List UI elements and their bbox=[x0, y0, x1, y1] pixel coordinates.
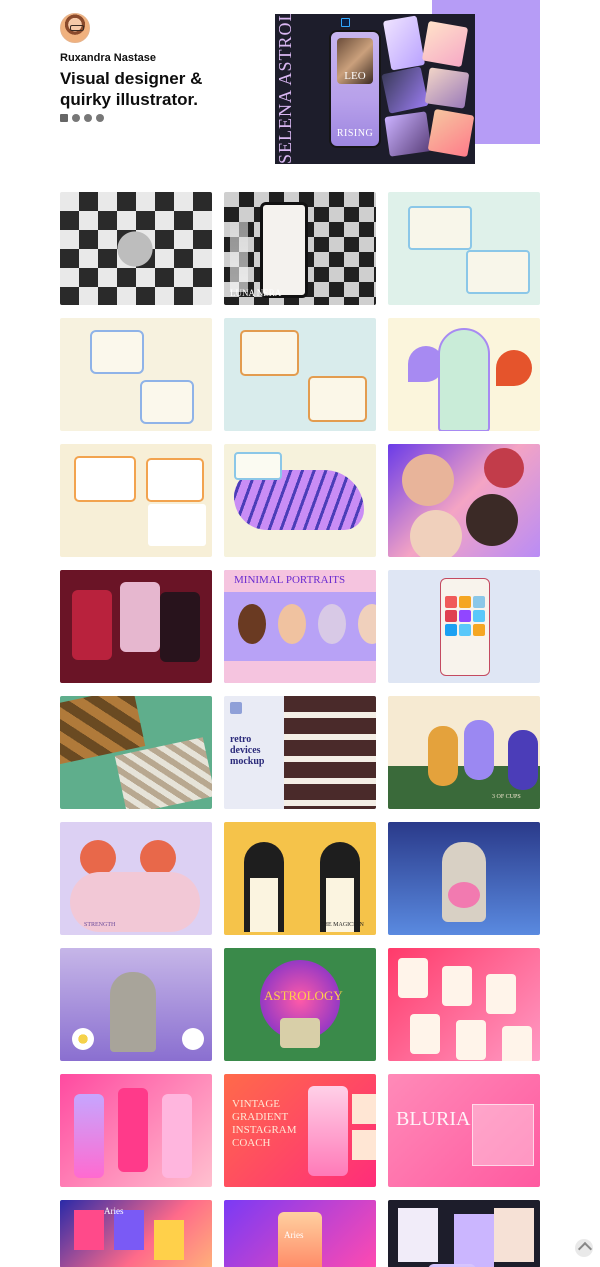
social-links bbox=[60, 114, 104, 122]
aries-posts-tile[interactable]: Aries bbox=[60, 1200, 212, 1267]
tile-label: STRENGTH bbox=[84, 922, 116, 928]
hero-phone-mockup: LEO RISING bbox=[329, 30, 381, 148]
dancers-illustration-tile[interactable]: 3 OF CUPS bbox=[388, 696, 540, 809]
instagram-icon[interactable] bbox=[96, 114, 104, 122]
magician-tarot-tile[interactable]: THE MAGICIAN bbox=[224, 822, 376, 935]
gradient-phones-tile[interactable] bbox=[60, 1074, 212, 1187]
retro-devices-mockup-tile[interactable]: retro devices mockup bbox=[224, 696, 376, 809]
tile-label: retro devices mockup bbox=[230, 734, 265, 767]
flower-house-illustration-tile[interactable] bbox=[388, 318, 540, 431]
tile-label: VINTAGE GRADIENT INSTAGRAM COACH bbox=[232, 1098, 297, 1149]
tagline-line-1: Visual designer & bbox=[60, 69, 203, 88]
profile-header: Ruxandra Nastase Visual designer & quirk… bbox=[0, 0, 600, 180]
tile-label: 3 OF CUPS bbox=[492, 794, 521, 800]
tile-label: ASTROLOGY bbox=[264, 988, 343, 1003]
hero-sign-label: LEO bbox=[344, 70, 366, 82]
warm-food-posts-tile[interactable] bbox=[60, 444, 212, 557]
hero-card bbox=[424, 67, 470, 109]
hero-card bbox=[381, 66, 429, 114]
tile-label: THE MAGICIAN bbox=[320, 922, 364, 928]
bluria-tile[interactable]: BLURIA bbox=[388, 1074, 540, 1187]
hero-card bbox=[384, 111, 432, 157]
app-icons-grid-tile[interactable] bbox=[388, 570, 540, 683]
hero-card bbox=[421, 20, 469, 68]
tile-label: MINIMAL PORTRAITS bbox=[234, 574, 346, 586]
hero-rising-label: RISING bbox=[336, 128, 374, 139]
luna-nera-social-pack-tile[interactable]: LUNA NERA bbox=[224, 192, 376, 305]
photoshop-badge-icon bbox=[341, 18, 350, 27]
statue-collage-tile[interactable] bbox=[388, 822, 540, 935]
astrology-collage-tile[interactable]: ASTROLOGY bbox=[224, 948, 376, 1061]
photo-feed-mockup-tile[interactable] bbox=[60, 696, 212, 809]
vintage-gradient-instagram-tile[interactable]: VINTAGE GRADIENT INSTAGRAM COACH bbox=[224, 1074, 376, 1187]
seafoam-posts-tile[interactable] bbox=[388, 192, 540, 305]
tiger-posts-tile[interactable] bbox=[224, 444, 376, 557]
minimal-portraits-tile[interactable]: MINIMAL PORTRAITS bbox=[224, 570, 376, 683]
tagline-line-2: quirky illustrator. bbox=[60, 90, 198, 109]
tile-label: Aries bbox=[104, 1206, 124, 1216]
cream-bubble-posts-tile[interactable] bbox=[60, 318, 212, 431]
dribbble-icon[interactable] bbox=[72, 114, 80, 122]
tagline: Visual designer & quirky illustrator. bbox=[60, 68, 260, 110]
mint-tips-posts-tile[interactable] bbox=[224, 318, 376, 431]
tile-label: LUNA NERA bbox=[230, 288, 282, 298]
hero-feature-image[interactable]: SELENA ASTROLOGY INSTAGRAM LEO RISING bbox=[275, 14, 475, 164]
designer-name: Ruxandra Nastase bbox=[60, 52, 156, 64]
mail-icon[interactable] bbox=[60, 114, 68, 122]
pink-gradient-grid-tile[interactable] bbox=[388, 948, 540, 1061]
hero-vertical-title: SELENA ASTROLOGY INSTAGRAM bbox=[275, 14, 295, 164]
tile-label: BLURIA bbox=[396, 1108, 471, 1130]
venus-collage-tile[interactable] bbox=[60, 948, 212, 1061]
hero-card bbox=[382, 15, 426, 71]
tile-label: Aries bbox=[284, 1230, 304, 1240]
behance-icon[interactable] bbox=[84, 114, 92, 122]
selena-posts-tile[interactable] bbox=[388, 1200, 540, 1267]
maroon-app-screens-tile[interactable] bbox=[60, 570, 212, 683]
avatar[interactable] bbox=[60, 13, 90, 43]
hero-card bbox=[427, 108, 475, 158]
faces-pattern-tile[interactable] bbox=[388, 444, 540, 557]
blurry-gradient-tile[interactable]: Aries bbox=[224, 1200, 376, 1267]
luna-nera-checker-tile[interactable] bbox=[60, 192, 212, 305]
strength-tarot-tile[interactable]: STRENGTH bbox=[60, 822, 212, 935]
back-to-top-button[interactable] bbox=[575, 1239, 593, 1257]
